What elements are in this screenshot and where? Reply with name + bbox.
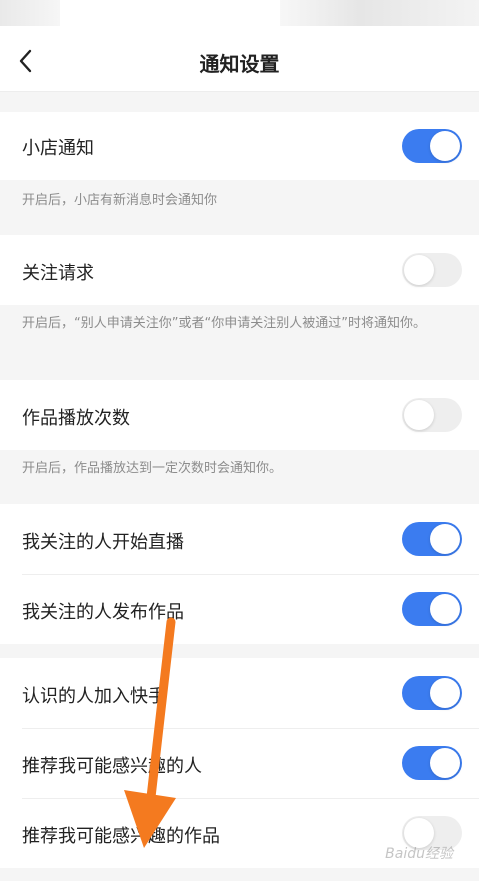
page-title: 通知设置 — [199, 52, 280, 76]
toggle-knob — [430, 748, 460, 778]
toggle-knob — [430, 594, 460, 624]
play-count-toggle[interactable] — [402, 398, 462, 432]
blurred-region — [0, 0, 60, 26]
row-divider — [22, 798, 479, 799]
nav-header: 通知设置 — [0, 30, 479, 92]
watermark: Baidu经验 — [385, 846, 453, 862]
follow-request-toggle[interactable] — [402, 253, 462, 287]
toggle-knob — [430, 678, 460, 708]
setting-label: 推荐我可能感兴趣的作品 — [22, 826, 220, 847]
setting-description: 开启后，作品播放达到一定次数时会通知你。 — [22, 461, 283, 476]
recommend-people-toggle[interactable] — [402, 746, 462, 780]
setting-description: 开启后，“别人申请关注你”或者“你申请关注别人被通过”时将通知你。 — [22, 316, 426, 331]
setting-row-play-count: 作品播放次数 — [0, 380, 479, 450]
blurred-region — [280, 0, 479, 26]
status-bar — [0, 0, 479, 30]
toggle-knob — [430, 524, 460, 554]
setting-label: 我关注的人发布作品 — [22, 602, 184, 623]
setting-label: 认识的人加入快手 — [22, 686, 166, 707]
setting-label: 作品播放次数 — [22, 408, 130, 429]
shop-notification-toggle[interactable] — [402, 129, 462, 163]
row-divider — [22, 574, 479, 575]
setting-row-follow-request: 关注请求 — [0, 235, 479, 305]
setting-description: 开启后，小店有新消息时会通知你 — [22, 193, 218, 208]
setting-label: 小店通知 — [22, 138, 94, 159]
following-live-toggle[interactable] — [402, 522, 462, 556]
setting-label: 我关注的人开始直播 — [22, 532, 184, 553]
setting-label: 推荐我可能感兴趣的人 — [22, 756, 202, 777]
row-divider — [22, 728, 479, 729]
following-post-toggle[interactable] — [402, 592, 462, 626]
toggle-knob — [404, 400, 434, 430]
settings-group-recommend: 认识的人加入快手 推荐我可能感兴趣的人 推荐我可能感兴趣的作品 — [0, 658, 479, 868]
setting-label: 关注请求 — [22, 263, 94, 284]
toggle-knob — [430, 131, 460, 161]
setting-row-shop-notification: 小店通知 — [0, 112, 479, 180]
acquaintance-join-toggle[interactable] — [402, 676, 462, 710]
settings-group-following: 我关注的人开始直播 我关注的人发布作品 — [0, 504, 479, 644]
toggle-knob — [404, 255, 434, 285]
